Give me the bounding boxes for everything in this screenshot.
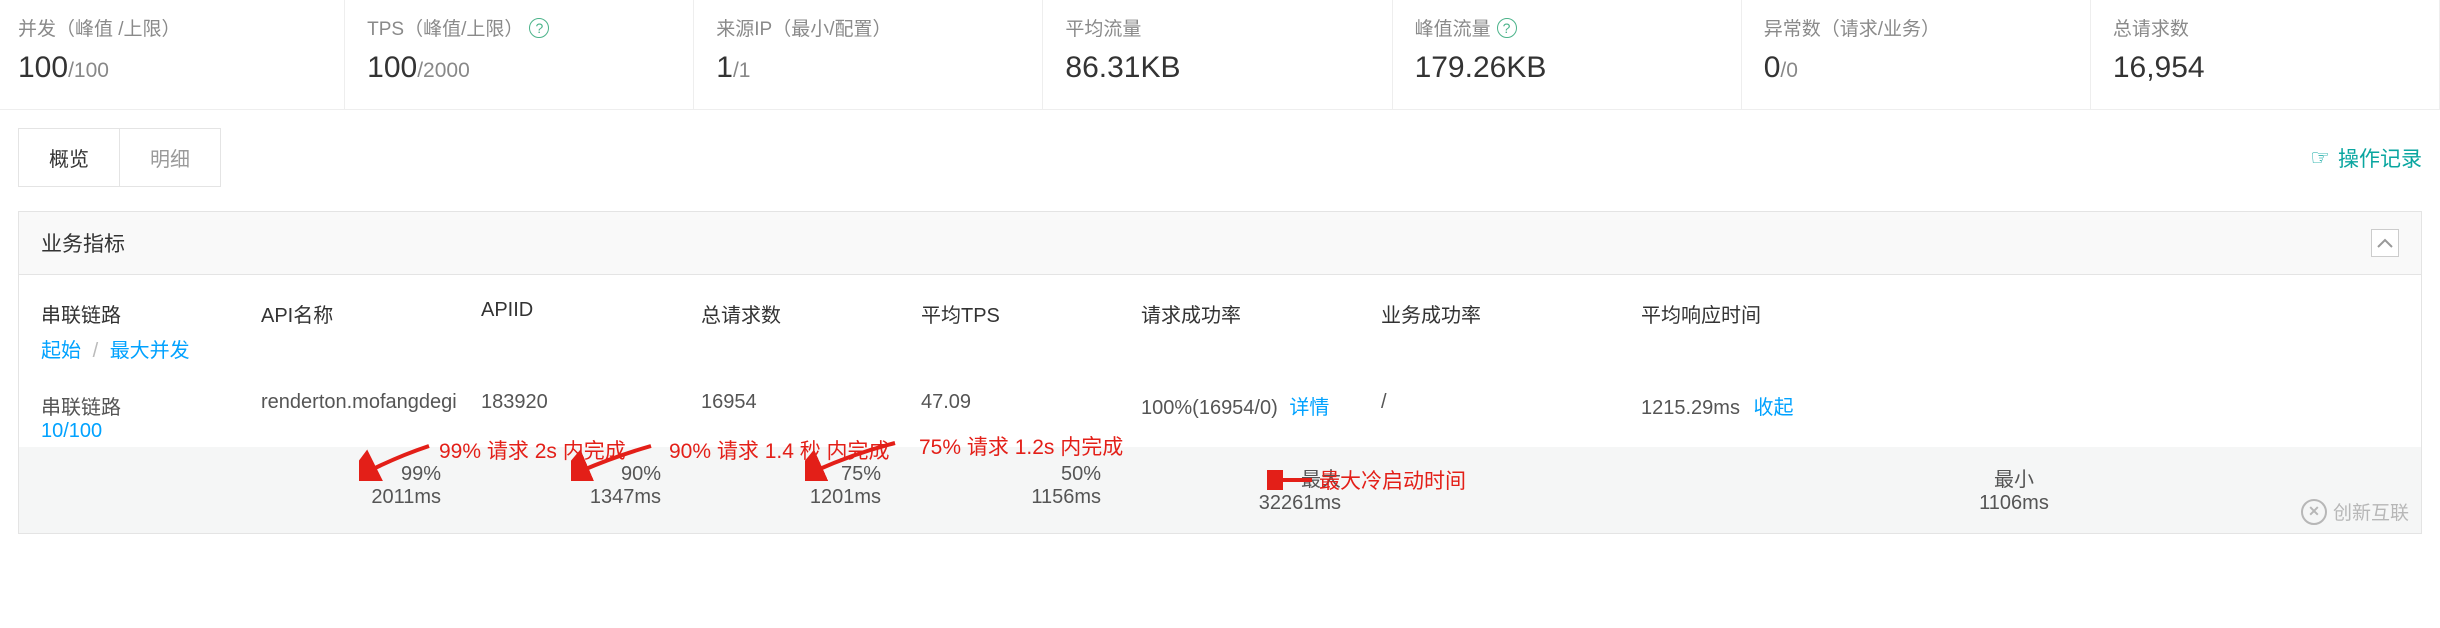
metric-value: 100/100 bbox=[18, 51, 322, 85]
metric-value: 100/2000 bbox=[367, 51, 671, 85]
col-chain: 串联链路 起始 / 最大并发 bbox=[41, 299, 261, 363]
metric-label: 平均流量 bbox=[1065, 14, 1369, 41]
metric-label: TPS（峰值/上限）? bbox=[367, 14, 671, 41]
cell-avg-resp: 1215.29ms 收起 bbox=[1641, 391, 2399, 420]
panel-title: 业务指标 bbox=[41, 228, 125, 258]
col-total-requests: 总请求数 bbox=[701, 299, 921, 328]
metric-concurrency: 并发（峰值 /上限） 100/100 bbox=[0, 0, 345, 109]
chain-ratio-link[interactable]: 10/100 bbox=[41, 420, 249, 443]
business-metrics-panel: 业务指标 串联链路 起始 / 最大并发 API名称 APIID 总请求数 平均T… bbox=[18, 211, 2422, 534]
cell-total: 16954 bbox=[701, 391, 921, 414]
cell-min: 最小1106ms bbox=[1641, 463, 2399, 515]
cell-success: 100%(16954/0) 详情 bbox=[1141, 391, 1381, 420]
metrics-table: 串联链路 起始 / 最大并发 API名称 APIID 总请求数 平均TPS 请求… bbox=[19, 275, 2421, 533]
top-metrics-bar: 并发（峰值 /上限） 100/100 TPS（峰值/上限）? 100/2000 … bbox=[0, 0, 2440, 110]
help-icon[interactable]: ? bbox=[1497, 18, 1517, 38]
operation-log-link[interactable]: ☞ 操作记录 bbox=[2310, 143, 2422, 173]
metric-value: 16,954 bbox=[2113, 51, 2417, 85]
metric-value: 1/1 bbox=[716, 51, 1020, 85]
cell-p75: 75%1201ms bbox=[701, 463, 921, 509]
cell-biz: / bbox=[1381, 391, 1641, 414]
col-success-rate: 请求成功率 bbox=[1141, 299, 1381, 328]
watermark-icon: ✕ bbox=[2301, 499, 2327, 525]
table-percentile-row: 99%2011ms 90%1347ms 75%1201ms 50%1156ms … bbox=[19, 447, 2421, 533]
cell-max: 最大32261ms bbox=[1141, 463, 1381, 515]
metric-label: 异常数（请求/业务） bbox=[1764, 14, 2068, 41]
metric-value: 86.31KB bbox=[1065, 51, 1369, 85]
metric-source-ip: 来源IP（最小/配置） 1/1 bbox=[694, 0, 1043, 109]
chevron-up-icon bbox=[2377, 238, 2393, 248]
metric-label: 来源IP（最小/配置） bbox=[716, 14, 1020, 41]
cell-p99: 99%2011ms bbox=[261, 463, 481, 509]
collapse-panel-button[interactable] bbox=[2371, 229, 2399, 257]
hand-point-icon: ☞ bbox=[2310, 145, 2330, 171]
metric-tps: TPS（峰值/上限）? 100/2000 bbox=[345, 0, 694, 109]
metric-label: 总请求数 bbox=[2113, 14, 2417, 41]
col-biz-success: 业务成功率 bbox=[1381, 299, 1641, 328]
col-api-id: APIID bbox=[481, 299, 701, 322]
collapse-row-link[interactable]: 收起 bbox=[1754, 397, 1794, 419]
link-max-concurrency[interactable]: 最大并发 bbox=[110, 340, 190, 362]
detail-link[interactable]: 详情 bbox=[1289, 397, 1329, 419]
table-header: 串联链路 起始 / 最大并发 API名称 APIID 总请求数 平均TPS 请求… bbox=[19, 275, 2421, 387]
metric-errors: 异常数（请求/业务） 0/0 bbox=[1742, 0, 2091, 109]
cell-tps: 47.09 bbox=[921, 391, 1141, 414]
metric-label: 峰值流量? bbox=[1415, 14, 1719, 41]
watermark: ✕ 创新互联 bbox=[2301, 498, 2409, 525]
metric-total-requests: 总请求数 16,954 bbox=[2091, 0, 2440, 109]
tabs-row: 概览 明细 ☞ 操作记录 bbox=[0, 128, 2440, 187]
cell-p50: 50%1156ms bbox=[921, 463, 1141, 509]
link-start[interactable]: 起始 bbox=[41, 340, 81, 362]
tabs: 概览 明细 bbox=[18, 128, 221, 187]
cell-api-id: 183920 bbox=[481, 391, 701, 414]
tab-detail[interactable]: 明细 bbox=[120, 129, 220, 186]
metric-label: 并发（峰值 /上限） bbox=[18, 14, 322, 41]
metric-peak-traffic: 峰值流量? 179.26KB bbox=[1393, 0, 1742, 109]
metric-value: 179.26KB bbox=[1415, 51, 1719, 85]
help-icon[interactable]: ? bbox=[529, 18, 549, 38]
metric-value: 0/0 bbox=[1764, 51, 2068, 85]
col-api-name: API名称 bbox=[261, 299, 481, 328]
col-avg-tps: 平均TPS bbox=[921, 299, 1141, 328]
panel-header: 业务指标 bbox=[19, 212, 2421, 275]
chain-name: 串联链路 bbox=[41, 391, 249, 420]
table-row: 串联链路 10/100 renderton.mofangdegi 183920 … bbox=[19, 387, 2421, 447]
metric-avg-traffic: 平均流量 86.31KB bbox=[1043, 0, 1392, 109]
cell-p90: 90%1347ms bbox=[481, 463, 701, 509]
cell-api-name: renderton.mofangdegi bbox=[261, 391, 481, 414]
col-avg-resp: 平均响应时间 bbox=[1641, 299, 2399, 328]
tab-overview[interactable]: 概览 bbox=[19, 129, 120, 186]
cell-chain: 串联链路 10/100 bbox=[41, 391, 261, 443]
